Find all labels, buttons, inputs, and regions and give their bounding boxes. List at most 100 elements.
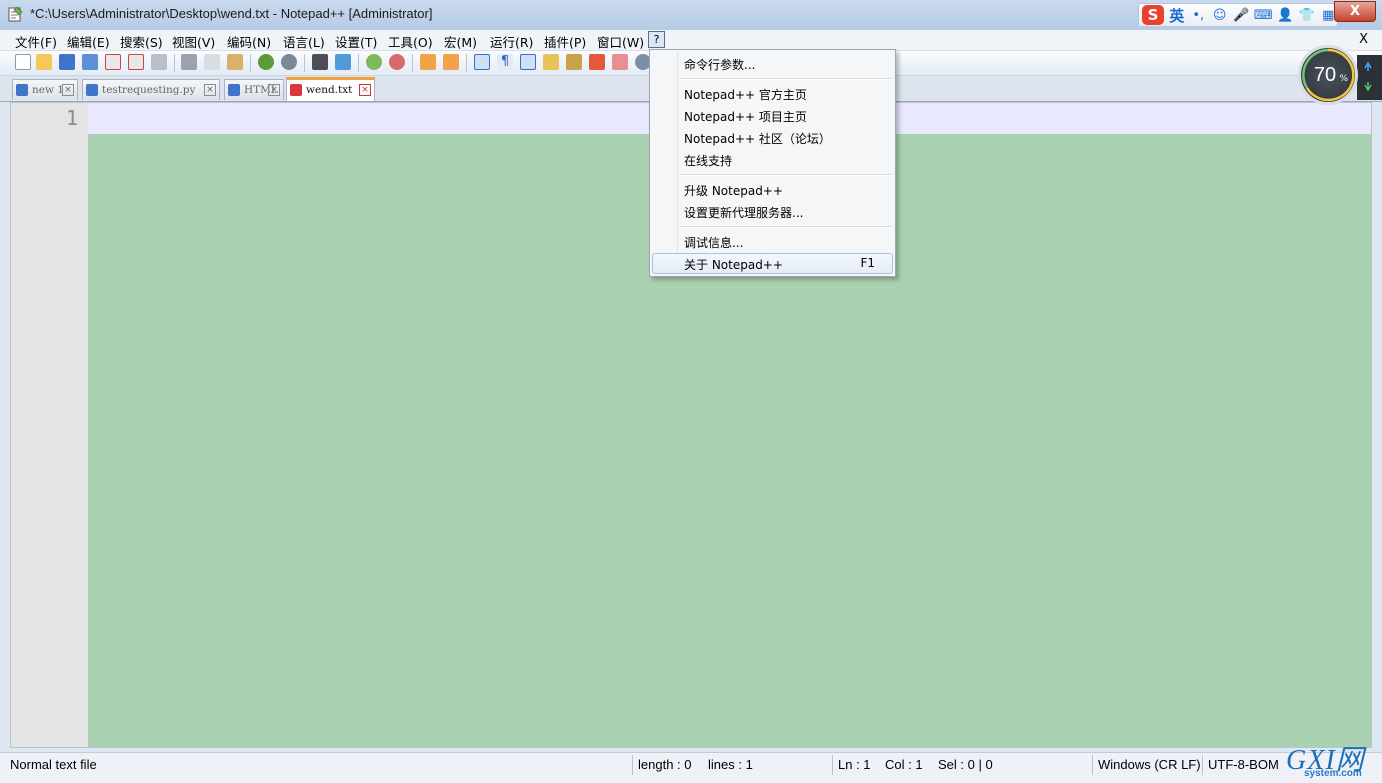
menu-item-label: Notepad++ 社区（论坛） bbox=[684, 132, 831, 146]
sync-horizontal-icon[interactable] bbox=[443, 54, 459, 70]
menu-run[interactable]: 运行(R) bbox=[490, 32, 533, 51]
undo-icon[interactable] bbox=[258, 54, 274, 70]
menu-item-label: 命令行参数... bbox=[684, 58, 756, 72]
site-watermark-logo: GXI网 system.com bbox=[1284, 742, 1380, 782]
menu-item-label: 关于 Notepad++ bbox=[684, 258, 783, 272]
indent-guide-icon[interactable] bbox=[520, 54, 536, 70]
sogou-logo-icon[interactable]: S bbox=[1142, 5, 1165, 25]
unsaved-file-icon bbox=[290, 84, 302, 96]
skin-icon[interactable]: 👕 bbox=[1298, 6, 1315, 25]
menu-item-label: 设置更新代理服务器... bbox=[684, 206, 804, 220]
tab-wend-txt[interactable]: wend.txt × bbox=[286, 77, 375, 101]
folder-as-workspace-icon[interactable] bbox=[612, 54, 628, 70]
tab-close-icon[interactable]: × bbox=[268, 84, 280, 96]
keyboard-icon[interactable]: ⌨ bbox=[1254, 6, 1273, 25]
close-file-icon[interactable] bbox=[105, 54, 121, 70]
status-encoding[interactable]: UTF-8-BOM bbox=[1208, 757, 1279, 772]
tab-close-icon[interactable]: × bbox=[359, 84, 371, 96]
saved-file-icon bbox=[86, 84, 98, 96]
menu-edit[interactable]: 编辑(E) bbox=[67, 32, 110, 51]
menu-item-debug-info[interactable]: 调试信息... bbox=[652, 231, 893, 252]
menu-search[interactable]: 搜索(S) bbox=[120, 32, 163, 51]
tab-close-icon[interactable]: × bbox=[204, 84, 216, 96]
user-language-icon[interactable] bbox=[543, 54, 559, 70]
menu-help[interactable]: ? bbox=[648, 31, 665, 48]
status-col: Col : 1 bbox=[885, 757, 923, 772]
tab-new-1[interactable]: new 1 × bbox=[12, 79, 78, 100]
menu-encoding[interactable]: 编码(N) bbox=[227, 32, 271, 51]
saved-file-icon bbox=[16, 84, 28, 96]
show-all-chars-icon[interactable]: ¶ bbox=[497, 54, 513, 70]
tab-label: new 1 bbox=[32, 84, 64, 96]
function-list-icon[interactable] bbox=[589, 54, 605, 70]
menu-settings[interactable]: 设置(T) bbox=[335, 32, 377, 51]
menu-item-command-line-args[interactable]: 命令行参数... bbox=[652, 53, 893, 74]
menu-file[interactable]: 文件(F) bbox=[15, 32, 57, 51]
menu-item-project-homepage[interactable]: Notepad++ 项目主页 bbox=[652, 105, 893, 126]
find-icon[interactable] bbox=[312, 54, 328, 70]
menu-item-online-support[interactable]: 在线支持 bbox=[652, 149, 893, 170]
tab-html[interactable]: HTML × bbox=[224, 79, 284, 100]
watermark-bottom-text: system.com bbox=[1304, 768, 1362, 779]
sync-vertical-icon[interactable] bbox=[420, 54, 436, 70]
replace-icon[interactable] bbox=[335, 54, 351, 70]
network-speed-panel[interactable] bbox=[1357, 55, 1382, 100]
open-folder-icon[interactable] bbox=[36, 54, 52, 70]
menu-separator bbox=[680, 226, 893, 228]
menu-window[interactable]: 窗口(W) bbox=[597, 32, 644, 51]
close-all-icon[interactable] bbox=[128, 54, 144, 70]
user-icon[interactable]: 👤 bbox=[1277, 6, 1294, 25]
word-wrap-icon[interactable] bbox=[474, 54, 490, 70]
zoom-out-icon[interactable] bbox=[389, 54, 405, 70]
right-frame bbox=[1372, 102, 1382, 748]
menu-language[interactable]: 语言(L) bbox=[283, 32, 325, 51]
tab-testrequesting[interactable]: testrequesting.py × bbox=[82, 79, 220, 100]
close-document-button[interactable]: X bbox=[1359, 32, 1368, 47]
menu-item-update-notepad[interactable]: 升级 Notepad++ bbox=[652, 179, 893, 200]
save-all-icon[interactable] bbox=[82, 54, 98, 70]
redo-icon[interactable] bbox=[281, 54, 297, 70]
help-menu-dropdown: 命令行参数... Notepad++ 官方主页 Notepad++ 项目主页 N… bbox=[649, 49, 896, 277]
zoom-in-icon[interactable] bbox=[366, 54, 382, 70]
menu-bar: 文件(F) 编辑(E) 搜索(S) 视图(V) 编码(N) 语言(L) 设置(T… bbox=[0, 30, 1382, 51]
tab-label: testrequesting.py bbox=[102, 84, 196, 96]
notepad-app-icon[interactable] bbox=[7, 6, 23, 22]
menu-separator bbox=[680, 174, 893, 176]
ime-language-toggle[interactable]: 英 bbox=[1168, 6, 1185, 25]
title-bar: *C:\Users\Administrator\Desktop\wend.txt… bbox=[0, 0, 1382, 31]
menu-tools[interactable]: 工具(O) bbox=[388, 32, 433, 51]
line-number: 1 bbox=[65, 106, 78, 130]
doc-map-icon[interactable] bbox=[566, 54, 582, 70]
microphone-icon[interactable]: 🎤 bbox=[1232, 6, 1249, 25]
cut-icon[interactable] bbox=[181, 54, 197, 70]
status-length: length : 0 bbox=[638, 757, 692, 772]
menu-view[interactable]: 视图(V) bbox=[172, 32, 215, 51]
paste-icon[interactable] bbox=[227, 54, 243, 70]
window-close-button[interactable]: X bbox=[1334, 1, 1376, 22]
gauge-unit: % bbox=[1339, 74, 1348, 84]
menu-item-community-forum[interactable]: Notepad++ 社区（论坛） bbox=[652, 127, 893, 148]
status-divider bbox=[632, 755, 633, 775]
copy-icon[interactable] bbox=[204, 54, 220, 70]
menu-item-set-update-proxy[interactable]: 设置更新代理服务器... bbox=[652, 201, 893, 222]
new-file-icon[interactable] bbox=[15, 54, 31, 70]
emoji-icon[interactable]: ☺ bbox=[1211, 6, 1228, 25]
menu-plugins[interactable]: 插件(P) bbox=[544, 32, 586, 51]
menu-item-about-notepad[interactable]: 关于 Notepad++ F1 bbox=[652, 253, 893, 274]
toolbar-separator bbox=[358, 54, 359, 72]
print-icon[interactable] bbox=[151, 54, 167, 70]
line-number-gutter[interactable]: 1 bbox=[11, 103, 88, 747]
ime-toolbar: S 英 •, ☺ 🎤 ⌨ 👤 👕 ▦ bbox=[1138, 3, 1338, 27]
window-title: *C:\Users\Administrator\Desktop\wend.txt… bbox=[30, 6, 433, 21]
upload-download-arrows-icon bbox=[1364, 61, 1372, 92]
punctuation-icon[interactable]: •, bbox=[1190, 6, 1207, 25]
tab-close-icon[interactable]: × bbox=[62, 84, 74, 96]
status-bar: Normal text file length : 0 lines : 1 Ln… bbox=[0, 752, 1382, 783]
menu-item-label: 调试信息... bbox=[684, 236, 744, 250]
status-eol[interactable]: Windows (CR LF) bbox=[1098, 757, 1201, 772]
save-icon[interactable] bbox=[59, 54, 75, 70]
menu-separator bbox=[680, 78, 893, 80]
memory-usage-gauge[interactable]: 70 % bbox=[1298, 45, 1358, 105]
menu-item-official-homepage[interactable]: Notepad++ 官方主页 bbox=[652, 83, 893, 104]
menu-macro[interactable]: 宏(M) bbox=[444, 32, 477, 51]
